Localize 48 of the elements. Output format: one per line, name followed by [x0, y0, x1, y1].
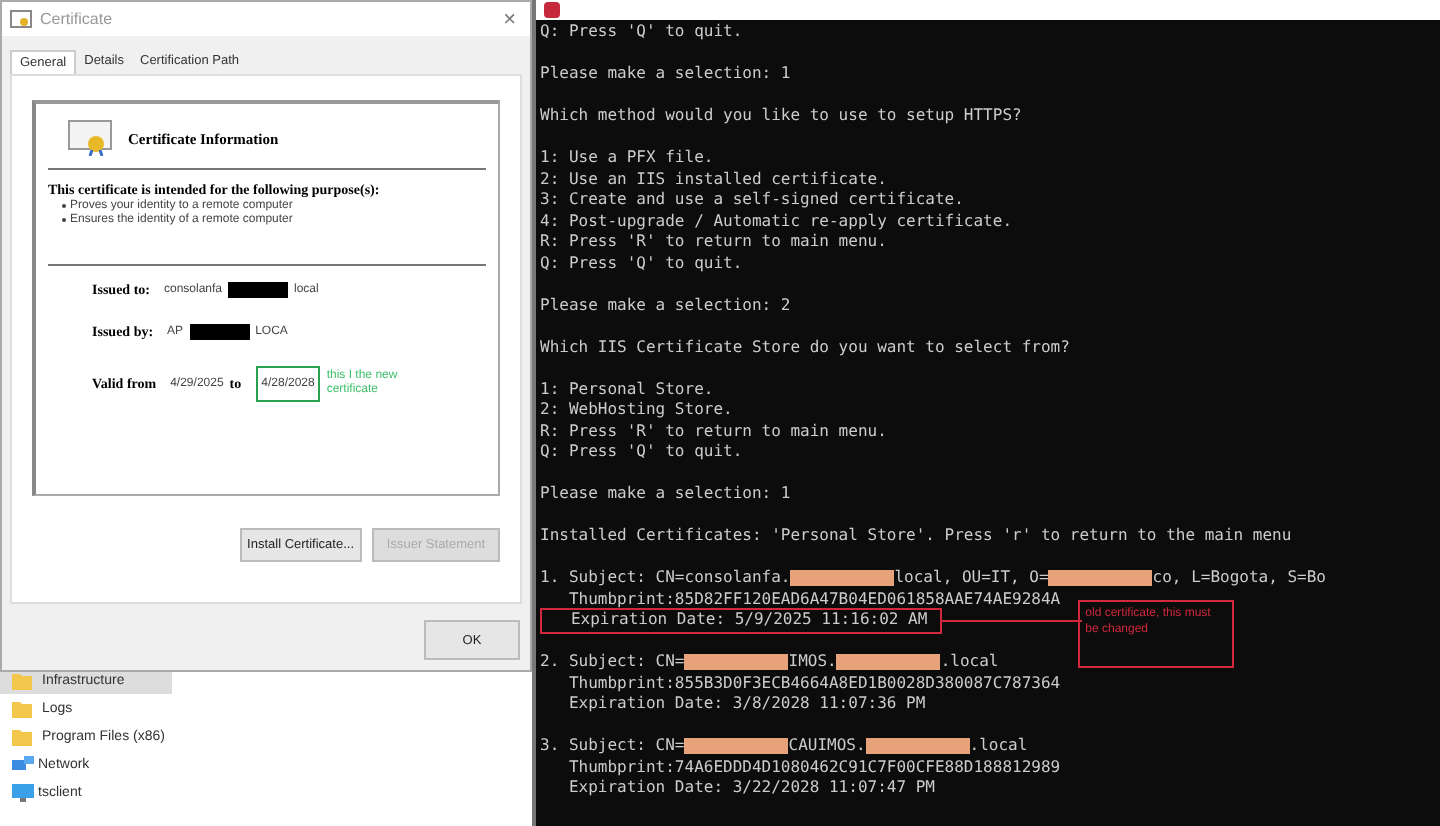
console-text: R: Press 'R' to return to main menu. [540, 421, 887, 442]
console-text: 4: Post-upgrade / Automatic re-apply certificate. [540, 211, 1013, 232]
console-text: 1: Use a PFX file. [540, 148, 714, 169]
close-button[interactable]: × [497, 7, 522, 31]
console-text: Thumbprint:85D82FF120EAD6A47B04ED061858AAE74AE9284A [566, 589, 1061, 610]
console-text: 3. Subject: CN= [540, 736, 685, 757]
console-text: co, L=Bogota, S=Bo [1152, 568, 1326, 589]
console-text: R: Press 'R' to return to main menu. [540, 232, 887, 253]
console-text: Q: Press 'Q' to quit. [540, 22, 743, 43]
certificate-icon [10, 9, 32, 29]
redaction-mark [684, 738, 789, 755]
redaction-mark [790, 570, 895, 587]
console-text: Thumbprint:74A6EDDD4D1080462C91C7F00CFE88D188812989 [566, 757, 1061, 778]
redaction-mark [1048, 570, 1153, 587]
console-text: Which method would you like to use to setup HTTPS? [540, 106, 1022, 127]
console-text: Please make a selection: 1 [540, 64, 791, 85]
console-text: 2: WebHosting Store. [540, 400, 733, 421]
console-text: 1: Personal Store. [540, 379, 714, 400]
certificate-icon [68, 120, 112, 156]
window-title: Certificate [40, 10, 115, 28]
console-text: .local [940, 652, 999, 673]
console-text: Expiration Date: 3/8/2028 11:07:36 PM [566, 694, 926, 715]
redaction-mark [684, 654, 789, 671]
redaction-mark [189, 324, 250, 340]
console-text: Q: Press 'Q' to quit. [540, 253, 743, 274]
app-icon [544, 2, 560, 18]
console-text: 1. Subject: CN=consolanfa. [540, 568, 791, 589]
redaction-mark [836, 654, 941, 671]
network-icon [12, 755, 34, 773]
console-text: Please make a selection: 1 [540, 484, 791, 505]
console-text: CAUIMOS. [788, 736, 866, 757]
console-text: IMOS. [788, 652, 837, 673]
console-text: Which IIS Certificate Store do you want to select from? [540, 337, 1070, 358]
console-text: .local [969, 736, 1028, 757]
console-text: Q: Press 'Q' to quit. [540, 442, 743, 463]
redaction-mark [865, 738, 970, 755]
console-text: local, OU=IT, O= [894, 568, 1049, 589]
console-text: Thumbprint:855B3D0F3ECB4664A8ED1B0028D380087C787364 [566, 673, 1061, 694]
monitor-icon [12, 783, 34, 801]
console-text: Installed Certificates: 'Personal Store'. Press 'r' to return to the main menu [540, 526, 1292, 547]
console-text: 2. Subject: CN= [540, 652, 685, 673]
console-text: Expiration Date: 3/22/2028 11:07:47 PM [566, 778, 935, 799]
console-text: 3: Create and use a self-signed certificate. [540, 190, 964, 211]
leader-line [941, 619, 1082, 622]
redaction-mark [228, 282, 289, 298]
console-text: Please make a selection: 2 [540, 295, 791, 316]
highlighted-text: Expiration Date: 5/9/2025 11:16:02 AM [540, 608, 942, 633]
console-text: 2: Use an IIS installed certificate. [540, 169, 887, 190]
